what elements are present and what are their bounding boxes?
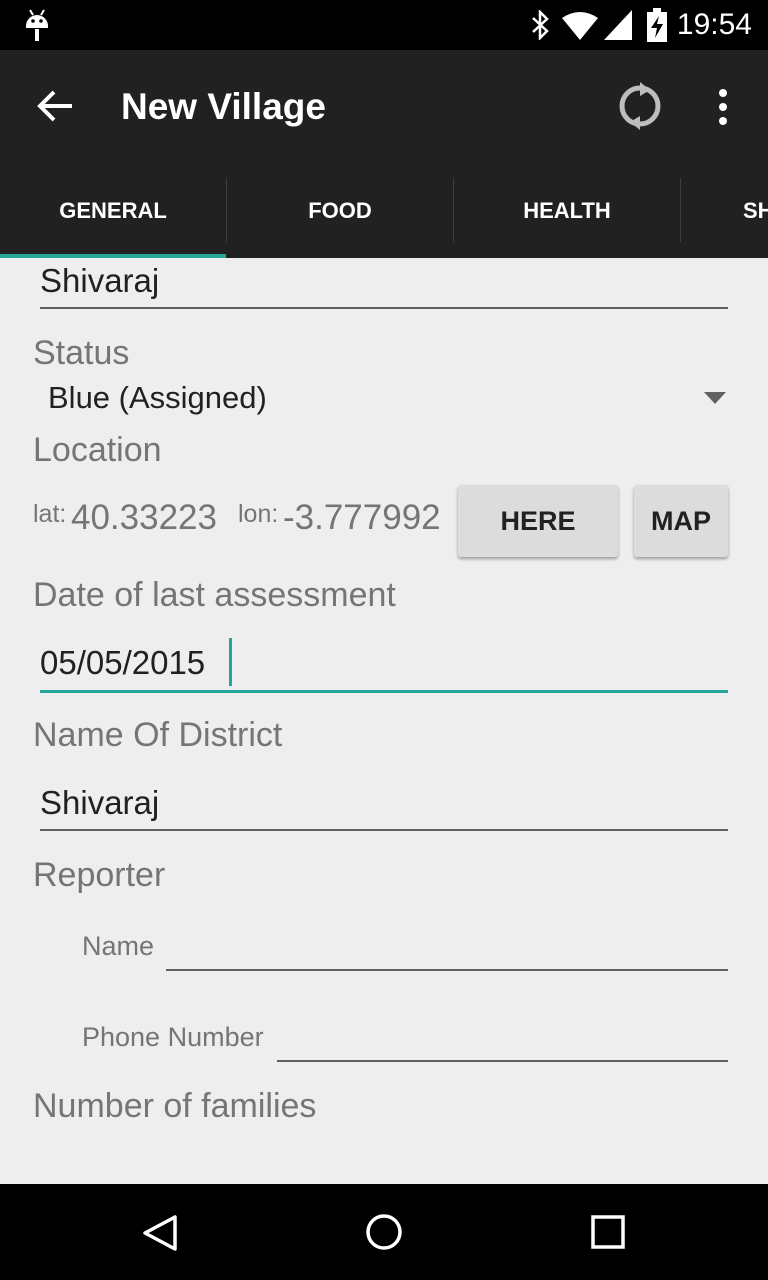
date-label: Date of last assessment <box>33 576 396 614</box>
date-value: 05/05/2015 <box>40 644 206 681</box>
text-cursor <box>229 638 232 686</box>
reporter-name-underline <box>166 969 728 971</box>
reporter-name-label: Name <box>82 931 155 961</box>
reporter-name-input[interactable] <box>166 924 728 968</box>
status-spinner[interactable]: Blue (Assigned) <box>40 376 740 426</box>
sync-icon[interactable] <box>616 82 664 130</box>
here-button[interactable]: HERE <box>458 485 618 557</box>
lat-value: 40.33223 <box>71 498 217 537</box>
lon-prefix: lon: <box>238 500 279 528</box>
status-time: 19:54 <box>676 8 752 41</box>
tab-health[interactable]: HEALTH <box>454 176 680 258</box>
district-underline <box>40 829 728 831</box>
wifi-icon <box>562 12 598 40</box>
more-vert-icon[interactable] <box>716 88 730 126</box>
battery-charging-icon <box>647 8 667 42</box>
map-button[interactable]: MAP <box>634 485 728 557</box>
reporter-phone-input[interactable] <box>277 1015 728 1059</box>
district-value[interactable]: Shivaraj <box>40 784 159 822</box>
lat-prefix: lat: <box>33 500 67 528</box>
village-name-value[interactable]: Shivaraj <box>40 262 159 300</box>
android-debug-icon <box>26 9 48 41</box>
date-underline <box>40 690 728 693</box>
families-label: Number of families <box>33 1087 317 1125</box>
lon-value: -3.777992 <box>283 498 441 537</box>
reporter-phone-underline <box>277 1060 728 1062</box>
district-label: Name Of District <box>33 716 283 754</box>
reporter-label: Reporter <box>33 856 166 894</box>
cell-signal-icon <box>604 10 632 40</box>
recents-nav-icon[interactable] <box>591 1215 625 1249</box>
home-nav-icon[interactable] <box>365 1213 403 1251</box>
back-nav-icon[interactable] <box>142 1214 178 1252</box>
date-field[interactable]: 05/05/2015 <box>40 636 728 696</box>
status-label: Status <box>33 334 130 372</box>
tab-bar: GENERAL FOOD HEALTH SH <box>0 176 768 258</box>
status-value: Blue (Assigned) <box>48 380 267 415</box>
app-bar: New Village GENERAL FOOD HEALTH SH <box>0 50 768 258</box>
reporter-phone-label: Phone Number <box>82 1022 264 1052</box>
bluetooth-icon <box>532 10 549 40</box>
tab-selected-indicator <box>0 254 226 258</box>
status-bar: 19:54 <box>0 0 768 50</box>
navigation-bar <box>0 1184 768 1280</box>
tab-general[interactable]: GENERAL <box>0 176 226 258</box>
location-label: Location <box>33 431 162 469</box>
dropdown-arrow-icon <box>704 392 726 404</box>
tab-partial[interactable]: SH <box>681 176 768 258</box>
village-name-underline <box>40 307 728 309</box>
page-title: New Village <box>121 86 326 127</box>
tab-food[interactable]: FOOD <box>227 176 453 258</box>
arrow-left-icon[interactable] <box>36 88 76 124</box>
